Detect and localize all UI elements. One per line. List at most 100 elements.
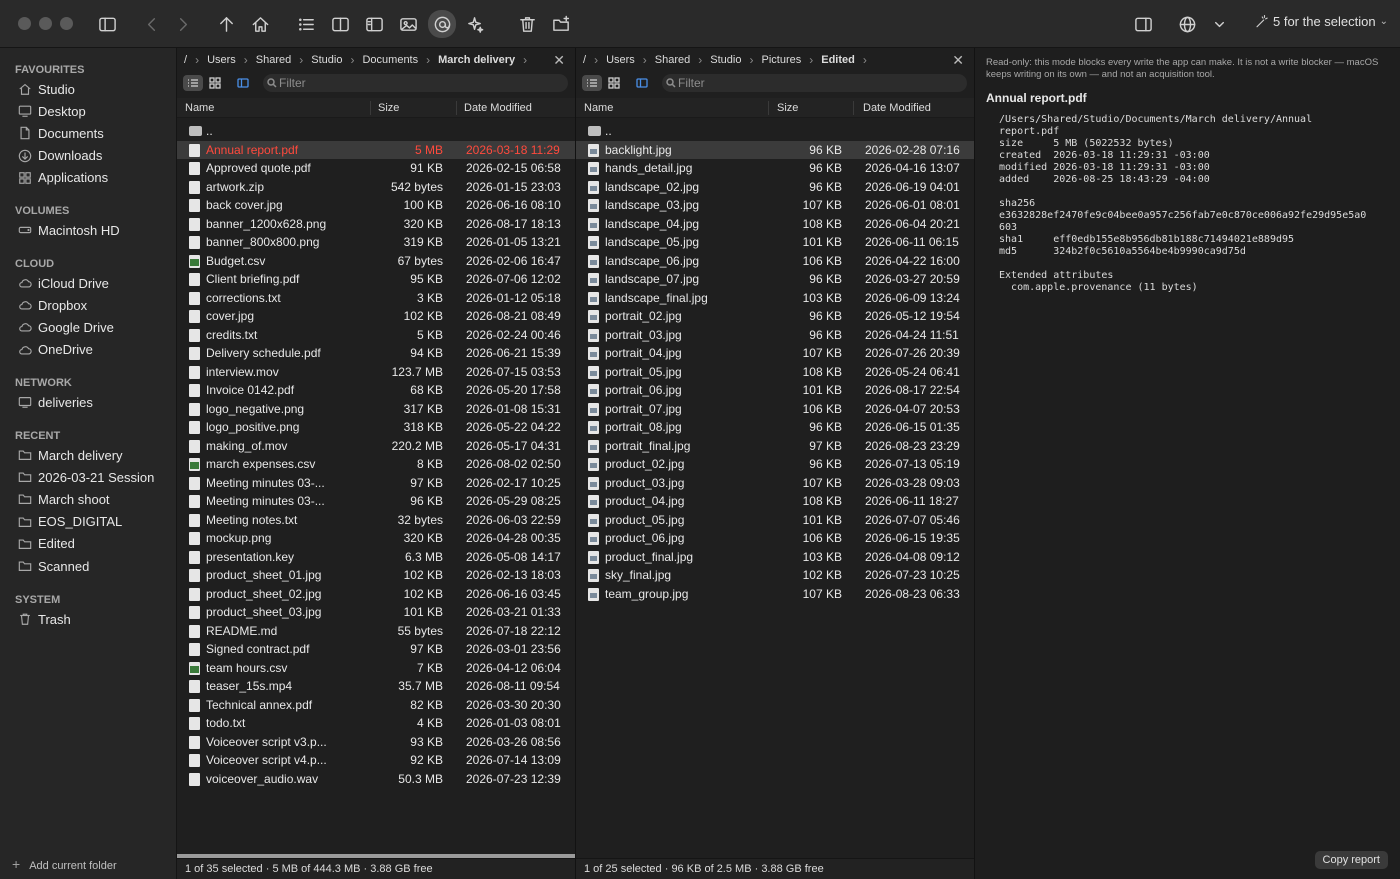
file-row[interactable]: team hours.csv 7 KB 2026-04-12 06:04 xyxy=(177,659,575,678)
file-row[interactable]: landscape_04.jpg 108 KB 2026-06-04 20:21 xyxy=(576,215,974,234)
gallery-icon[interactable] xyxy=(395,12,421,36)
file-row[interactable]: product_sheet_02.jpg 102 KB 2026-06-16 0… xyxy=(177,585,575,604)
file-row[interactable]: product_sheet_01.jpg 102 KB 2026-02-13 1… xyxy=(177,566,575,585)
date-column-header[interactable]: Date Modified xyxy=(464,102,532,114)
sidebar-item-macintosh-hd[interactable]: Macintosh HD xyxy=(18,220,173,240)
sidebar-item-scanned[interactable]: Scanned xyxy=(18,556,173,576)
file-row[interactable]: portrait_05.jpg 108 KB 2026-05-24 06:41 xyxy=(576,363,974,382)
file-row[interactable]: product_05.jpg 101 KB 2026-07-07 05:46 xyxy=(576,511,974,530)
file-row[interactable]: portrait_final.jpg 97 KB 2026-08-23 23:2… xyxy=(576,437,974,456)
file-row[interactable]: march expenses.csv 8 KB 2026-08-02 02:50 xyxy=(177,455,575,474)
file-row[interactable]: landscape_final.jpg 103 KB 2026-06-09 13… xyxy=(576,289,974,308)
file-row[interactable]: Voiceover script v3.p... 93 KB 2026-03-2… xyxy=(177,733,575,752)
file-row[interactable]: banner_800x800.png 319 KB 2026-01-05 13:… xyxy=(177,233,575,252)
file-row[interactable]: portrait_03.jpg 96 KB 2026-04-24 11:51 xyxy=(576,326,974,345)
file-row[interactable]: Meeting notes.txt 32 bytes 2026-06-03 22… xyxy=(177,511,575,530)
sparkle-icon[interactable] xyxy=(462,12,488,36)
zoom-window-button[interactable] xyxy=(60,17,73,30)
sidebar-item-documents[interactable]: Documents xyxy=(18,123,173,143)
breadcrumb-item[interactable]: March delivery xyxy=(438,54,515,66)
up-arrow-icon[interactable] xyxy=(213,12,239,36)
file-row[interactable]: product_03.jpg 107 KB 2026-03-28 09:03 xyxy=(576,474,974,493)
inspector-toggle-icon[interactable] xyxy=(1130,12,1156,36)
file-row[interactable]: artwork.zip 542 bytes 2026-01-15 23:03 xyxy=(177,178,575,197)
breadcrumb-item[interactable]: Shared xyxy=(256,54,291,66)
breadcrumb-item[interactable]: / xyxy=(583,54,586,66)
file-row[interactable]: README.md 55 bytes 2026-07-18 22:12 xyxy=(177,622,575,641)
file-row[interactable]: back cover.jpg 100 KB 2026-06-16 08:10 xyxy=(177,196,575,215)
sidebar-item-2026-03-21-session[interactable]: 2026-03-21 Session xyxy=(18,467,173,487)
column-view-icon[interactable] xyxy=(233,75,253,91)
file-row[interactable]: team_group.jpg 107 KB 2026-08-23 06:33 xyxy=(576,585,974,604)
sidebar-item-google-drive[interactable]: Google Drive xyxy=(18,317,173,337)
sidebar-item-dropbox[interactable]: Dropbox xyxy=(18,295,173,315)
copy-report-button[interactable]: Copy report xyxy=(1314,851,1388,869)
file-row[interactable]: sky_final.jpg 102 KB 2026-07-23 10:25 xyxy=(576,566,974,585)
close-pane-icon[interactable]: ✕ xyxy=(952,52,964,69)
file-row[interactable]: cover.jpg 102 KB 2026-08-21 08:49 xyxy=(177,307,575,326)
parent-folder-row[interactable]: .. xyxy=(177,122,575,141)
file-row[interactable]: portrait_04.jpg 107 KB 2026-07-26 20:39 xyxy=(576,344,974,363)
file-row[interactable]: logo_positive.png 318 KB 2026-05-22 04:2… xyxy=(177,418,575,437)
name-column-header[interactable]: Name xyxy=(584,102,613,114)
size-column-header[interactable]: Size xyxy=(378,102,399,114)
file-row[interactable]: backlight.jpg 96 KB 2026-02-28 07:16 xyxy=(576,140,974,159)
file-row[interactable]: Approved quote.pdf 91 KB 2026-02-15 06:5… xyxy=(177,159,575,178)
file-row[interactable]: landscape_07.jpg 96 KB 2026-03-27 20:59 xyxy=(576,270,974,289)
preview-pane-icon[interactable] xyxy=(361,12,387,36)
breadcrumb-item[interactable]: Edited xyxy=(821,54,855,66)
file-row[interactable]: product_final.jpg 103 KB 2026-04-08 09:1… xyxy=(576,548,974,567)
breadcrumb-item[interactable]: Studio xyxy=(311,54,342,66)
filter-input[interactable]: Filter xyxy=(662,74,967,92)
file-row[interactable]: interview.mov 123.7 MB 2026-07-15 03:53 xyxy=(177,363,575,382)
file-row[interactable]: Signed contract.pdf 97 KB 2026-03-01 23:… xyxy=(177,640,575,659)
globe-icon[interactable] xyxy=(1174,12,1200,36)
grid-view-icon[interactable] xyxy=(205,75,225,91)
file-row[interactable]: landscape_03.jpg 107 KB 2026-06-01 08:01 xyxy=(576,196,974,215)
name-column-header[interactable]: Name xyxy=(185,102,214,114)
sidebar-item-desktop[interactable]: Desktop xyxy=(18,101,173,121)
back-icon[interactable] xyxy=(138,12,164,36)
breadcrumb-item[interactable]: / xyxy=(184,54,187,66)
sidebar-item-march-delivery[interactable]: March delivery xyxy=(18,445,173,465)
file-row[interactable]: landscape_06.jpg 106 KB 2026-04-22 16:00 xyxy=(576,252,974,271)
file-row[interactable]: teaser_15s.mp4 35.7 MB 2026-08-11 09:54 xyxy=(177,677,575,696)
grid-view-icon[interactable] xyxy=(604,75,624,91)
chevron-down-icon[interactable] xyxy=(1206,12,1232,36)
file-row[interactable]: product_04.jpg 108 KB 2026-06-11 18:27 xyxy=(576,492,974,511)
sidebar-item-studio[interactable]: Studio xyxy=(18,79,173,99)
minimize-window-button[interactable] xyxy=(39,17,52,30)
file-row[interactable]: hands_detail.jpg 96 KB 2026-04-16 13:07 xyxy=(576,159,974,178)
forward-icon[interactable] xyxy=(170,12,196,36)
filter-input[interactable]: Filter xyxy=(263,74,568,92)
sidebar-item-edited[interactable]: Edited xyxy=(18,534,173,554)
breadcrumb-item[interactable]: Users xyxy=(207,54,236,66)
file-row[interactable]: voiceover_audio.wav 50.3 MB 2026-07-23 1… xyxy=(177,770,575,789)
file-row[interactable]: Meeting minutes 03-... 97 KB 2026-02-17 … xyxy=(177,474,575,493)
list-icon[interactable] xyxy=(293,12,319,36)
close-pane-icon[interactable]: ✕ xyxy=(553,52,565,69)
column-view-icon[interactable] xyxy=(632,75,652,91)
sidebar-item-march-shoot[interactable]: March shoot xyxy=(18,489,173,509)
file-row[interactable]: mockup.png 320 KB 2026-04-28 00:35 xyxy=(177,529,575,548)
file-row[interactable]: Invoice 0142.pdf 68 KB 2026-05-20 17:58 xyxy=(177,381,575,400)
trash-icon[interactable] xyxy=(514,12,540,36)
sidebar-toggle-icon[interactable] xyxy=(94,12,120,36)
file-row[interactable]: portrait_02.jpg 96 KB 2026-05-12 19:54 xyxy=(576,307,974,326)
file-row[interactable]: logo_negative.png 317 KB 2026-01-08 15:3… xyxy=(177,400,575,419)
file-row[interactable]: portrait_07.jpg 106 KB 2026-04-07 20:53 xyxy=(576,400,974,419)
file-row[interactable]: making_of.mov 220.2 MB 2026-05-17 04:31 xyxy=(177,437,575,456)
size-column-header[interactable]: Size xyxy=(777,102,798,114)
file-row[interactable]: portrait_06.jpg 101 KB 2026-08-17 22:54 xyxy=(576,381,974,400)
split-view-icon[interactable] xyxy=(327,12,353,36)
sidebar-item-eos-digital[interactable]: EOS_DIGITAL xyxy=(18,512,173,532)
file-row[interactable]: Technical annex.pdf 82 KB 2026-03-30 20:… xyxy=(177,696,575,715)
file-row[interactable]: landscape_02.jpg 96 KB 2026-06-19 04:01 xyxy=(576,178,974,197)
date-column-header[interactable]: Date Modified xyxy=(863,102,931,114)
new-folder-icon[interactable] xyxy=(548,12,574,36)
file-row[interactable]: product_02.jpg 96 KB 2026-07-13 05:19 xyxy=(576,455,974,474)
breadcrumb-item[interactable]: Documents xyxy=(362,54,418,66)
sidebar-item-applications[interactable]: Applications xyxy=(18,168,173,188)
file-row[interactable]: todo.txt 4 KB 2026-01-03 08:01 xyxy=(177,714,575,733)
sidebar-item-onedrive[interactable]: OneDrive xyxy=(18,340,173,360)
